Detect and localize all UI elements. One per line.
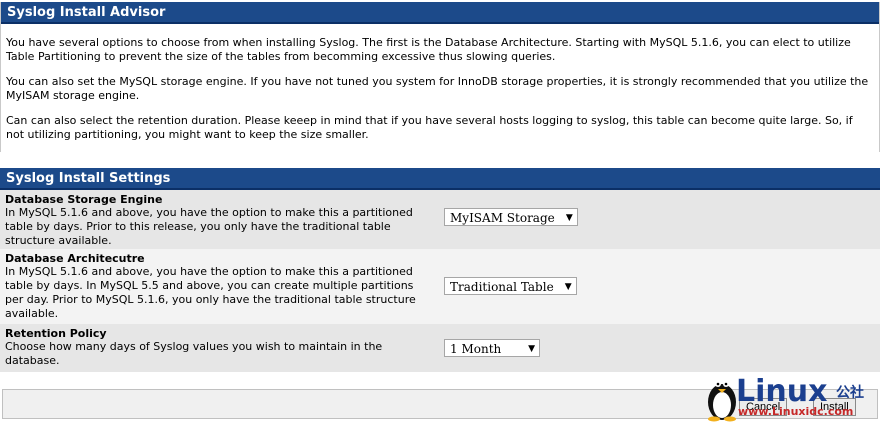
install-advisor-panel: Syslog Install Advisor You have several … (0, 2, 880, 152)
watermark-brand: Linux (736, 374, 828, 409)
storage-engine-select[interactable]: MyISAM Storage ▼ (444, 208, 578, 226)
watermark-logo: Linux 公社 www.Linuxidc.com (704, 372, 880, 422)
retention-policy-select[interactable]: 1 Month ▼ (444, 339, 540, 357)
settings-header: Syslog Install Settings (0, 168, 880, 190)
install-settings-panel: Syslog Install Settings Database Storage… (0, 168, 880, 372)
watermark-url: www.Linuxidc.com (738, 405, 854, 418)
setting-description: In MySQL 5.1.6 and above, you have the o… (5, 206, 413, 247)
advisor-paragraph: You have several options to choose from … (6, 36, 851, 63)
select-value: MyISAM Storage (450, 211, 555, 225)
storage-engine-row: Database Storage Engine In MySQL 5.1.6 a… (0, 190, 880, 249)
setting-description: In MySQL 5.1.6 and above, you have the o… (5, 265, 416, 320)
watermark-cn: 公社 (836, 385, 864, 401)
setting-title: Retention Policy (5, 327, 107, 340)
advisor-header: Syslog Install Advisor (1, 2, 879, 24)
advisor-paragraph: Can can also select the retention durati… (6, 114, 853, 141)
advisor-body: You have several options to choose from … (1, 24, 879, 142)
setting-title: Database Storage Engine (5, 193, 163, 206)
select-value: Traditional Table (450, 280, 554, 294)
setting-title: Database Architecutre (5, 252, 145, 265)
chevron-down-icon: ▼ (528, 344, 535, 354)
setting-description: Choose how many days of Syslog values yo… (5, 340, 383, 367)
advisor-paragraph: You can also set the MySQL storage engin… (6, 75, 869, 102)
chevron-down-icon: ▼ (565, 213, 573, 223)
db-architecture-select[interactable]: Traditional Table ▼ (444, 277, 577, 295)
penguin-icon (708, 381, 736, 422)
db-architecture-row: Database Architecutre In MySQL 5.1.6 and… (0, 249, 880, 324)
chevron-down-icon: ▼ (564, 282, 572, 292)
retention-policy-row: Retention Policy Choose how many days of… (0, 324, 880, 372)
select-value: 1 Month (450, 342, 502, 356)
